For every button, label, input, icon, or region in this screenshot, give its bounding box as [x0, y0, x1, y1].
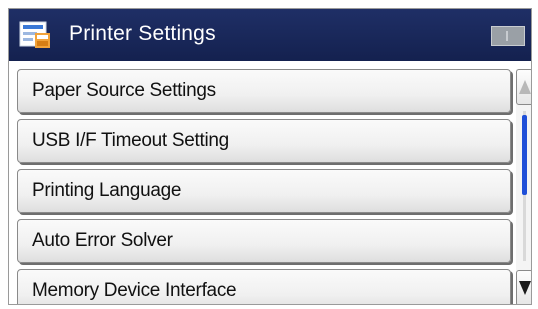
menu-item-label: Memory Device Interface: [32, 280, 237, 301]
scroll-down-button[interactable]: [516, 270, 531, 304]
menu-item-paper-source-settings[interactable]: Paper Source Settings: [17, 69, 511, 113]
status-indicator: [491, 26, 525, 46]
scroll-thumb[interactable]: [522, 115, 527, 195]
menu-item-label: Printing Language: [32, 180, 182, 201]
menu-item-auto-error-solver[interactable]: Auto Error Solver: [17, 219, 511, 263]
menu-item-label: USB I/F Timeout Setting: [32, 130, 229, 151]
menu-item-memory-device-interface[interactable]: Memory Device Interface: [17, 269, 511, 304]
chevron-down-icon: [518, 281, 531, 295]
menu-item-usb-timeout-setting[interactable]: USB I/F Timeout Setting: [17, 119, 511, 163]
title-bar: Printer Settings: [9, 9, 531, 61]
chevron-up-icon: [518, 80, 531, 94]
menu-item-label: Paper Source Settings: [32, 80, 216, 101]
page-title: Printer Settings: [69, 22, 216, 45]
settings-menu: Paper Source Settings USB I/F Timeout Se…: [17, 69, 511, 304]
menu-item-label: Auto Error Solver: [32, 230, 173, 251]
scrollbar[interactable]: [516, 69, 531, 304]
printer-lcd-screen: Printer Settings Paper Source Settings U…: [8, 8, 532, 305]
scroll-up-button[interactable]: [516, 69, 531, 105]
menu-item-printing-language[interactable]: Printing Language: [17, 169, 511, 213]
printer-settings-icon: [19, 21, 50, 48]
